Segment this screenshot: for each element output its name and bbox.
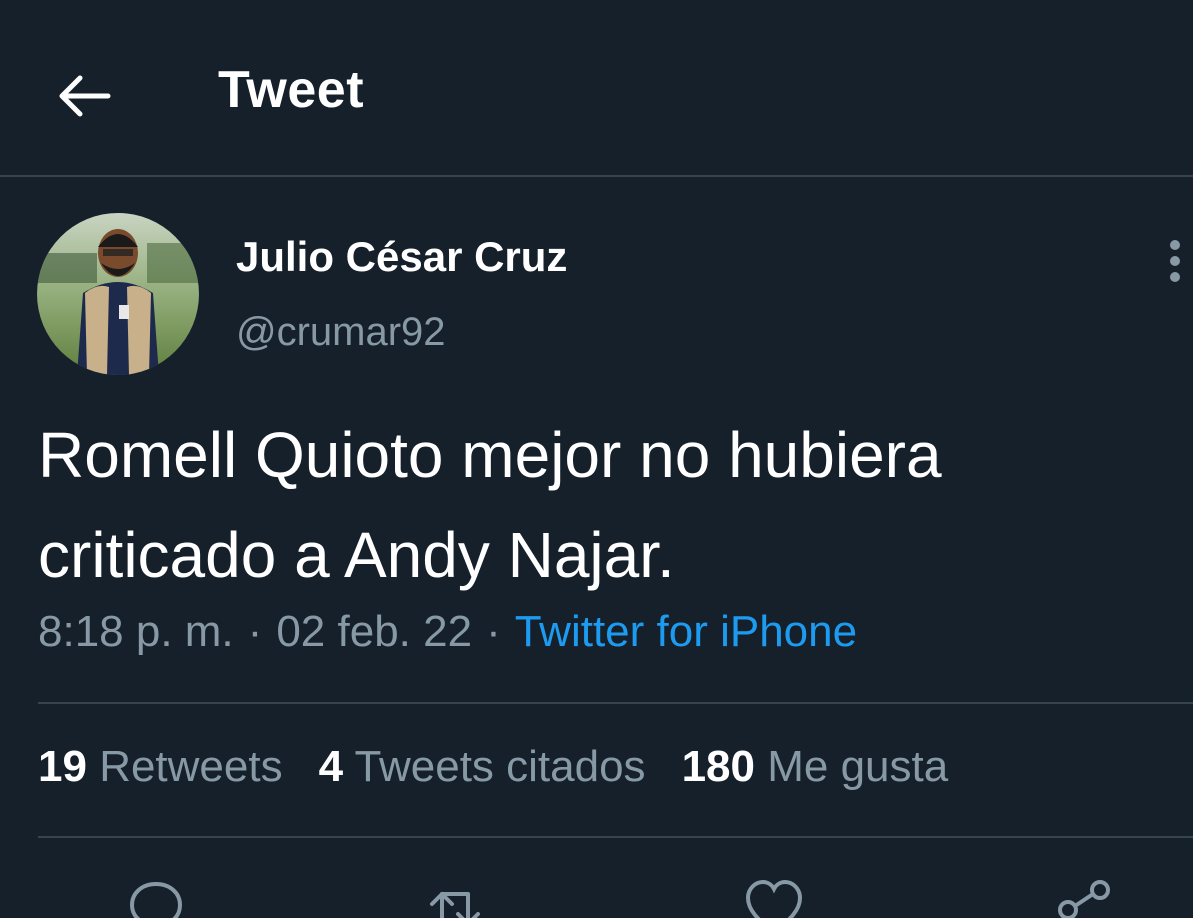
quotes-label: Tweets citados bbox=[354, 742, 646, 791]
tweet-text-line: Romell Quioto mejor no hubiera bbox=[38, 419, 942, 491]
quotes-count: 4 bbox=[318, 742, 344, 791]
divider bbox=[38, 836, 1193, 838]
tweet-metadata: 8:18 p. m. · 02 feb. 22 · Twitter for iPhone bbox=[38, 607, 857, 657]
separator: · bbox=[247, 607, 263, 656]
tweet-stats: 19 Retweets 4 Tweets citados 180 Me gusta bbox=[38, 742, 984, 792]
back-button[interactable] bbox=[52, 64, 116, 128]
tweet-source-link[interactable]: Twitter for iPhone bbox=[515, 607, 857, 656]
tweet-text: Romell Quioto mejor no hubiera criticado… bbox=[38, 405, 1158, 605]
tweet-date[interactable]: 02 feb. 22 bbox=[276, 607, 472, 656]
top-bar: Tweet bbox=[0, 0, 1193, 177]
avatar-photo bbox=[37, 213, 199, 375]
retweets-count: 19 bbox=[38, 742, 87, 791]
retweets-stat[interactable]: 19 Retweets bbox=[38, 742, 283, 791]
likes-count: 180 bbox=[681, 742, 755, 791]
share-icon bbox=[1058, 880, 1110, 918]
retweet-icon bbox=[430, 892, 480, 918]
retweets-label: Retweets bbox=[99, 742, 283, 791]
page-title: Tweet bbox=[218, 61, 365, 119]
divider bbox=[38, 702, 1193, 704]
avatar[interactable] bbox=[37, 213, 199, 375]
author-name[interactable]: Julio César Cruz bbox=[236, 233, 567, 281]
tweet-time[interactable]: 8:18 p. m. bbox=[38, 607, 234, 656]
like-icon bbox=[745, 879, 803, 918]
more-options-button[interactable] bbox=[1160, 238, 1190, 284]
tweet-detail-screen: Tweet Julio César Cruz @crumar92 Romell … bbox=[0, 0, 1193, 918]
more-vertical-icon bbox=[1170, 240, 1180, 282]
action-bar bbox=[0, 870, 1193, 918]
separator: · bbox=[486, 607, 501, 656]
likes-stat[interactable]: 180 Me gusta bbox=[682, 742, 949, 791]
retweet-button[interactable] bbox=[428, 878, 488, 918]
reply-button[interactable] bbox=[126, 878, 186, 918]
arrow-left-icon bbox=[59, 75, 111, 117]
tweet-text-line: criticado a Andy Najar. bbox=[38, 519, 675, 591]
likes-label: Me gusta bbox=[767, 742, 949, 791]
quotes-stat[interactable]: 4 Tweets citados bbox=[319, 742, 646, 791]
share-button[interactable] bbox=[1054, 878, 1114, 918]
author-handle[interactable]: @crumar92 bbox=[236, 310, 446, 355]
like-button[interactable] bbox=[744, 878, 804, 918]
reply-icon bbox=[129, 881, 183, 918]
